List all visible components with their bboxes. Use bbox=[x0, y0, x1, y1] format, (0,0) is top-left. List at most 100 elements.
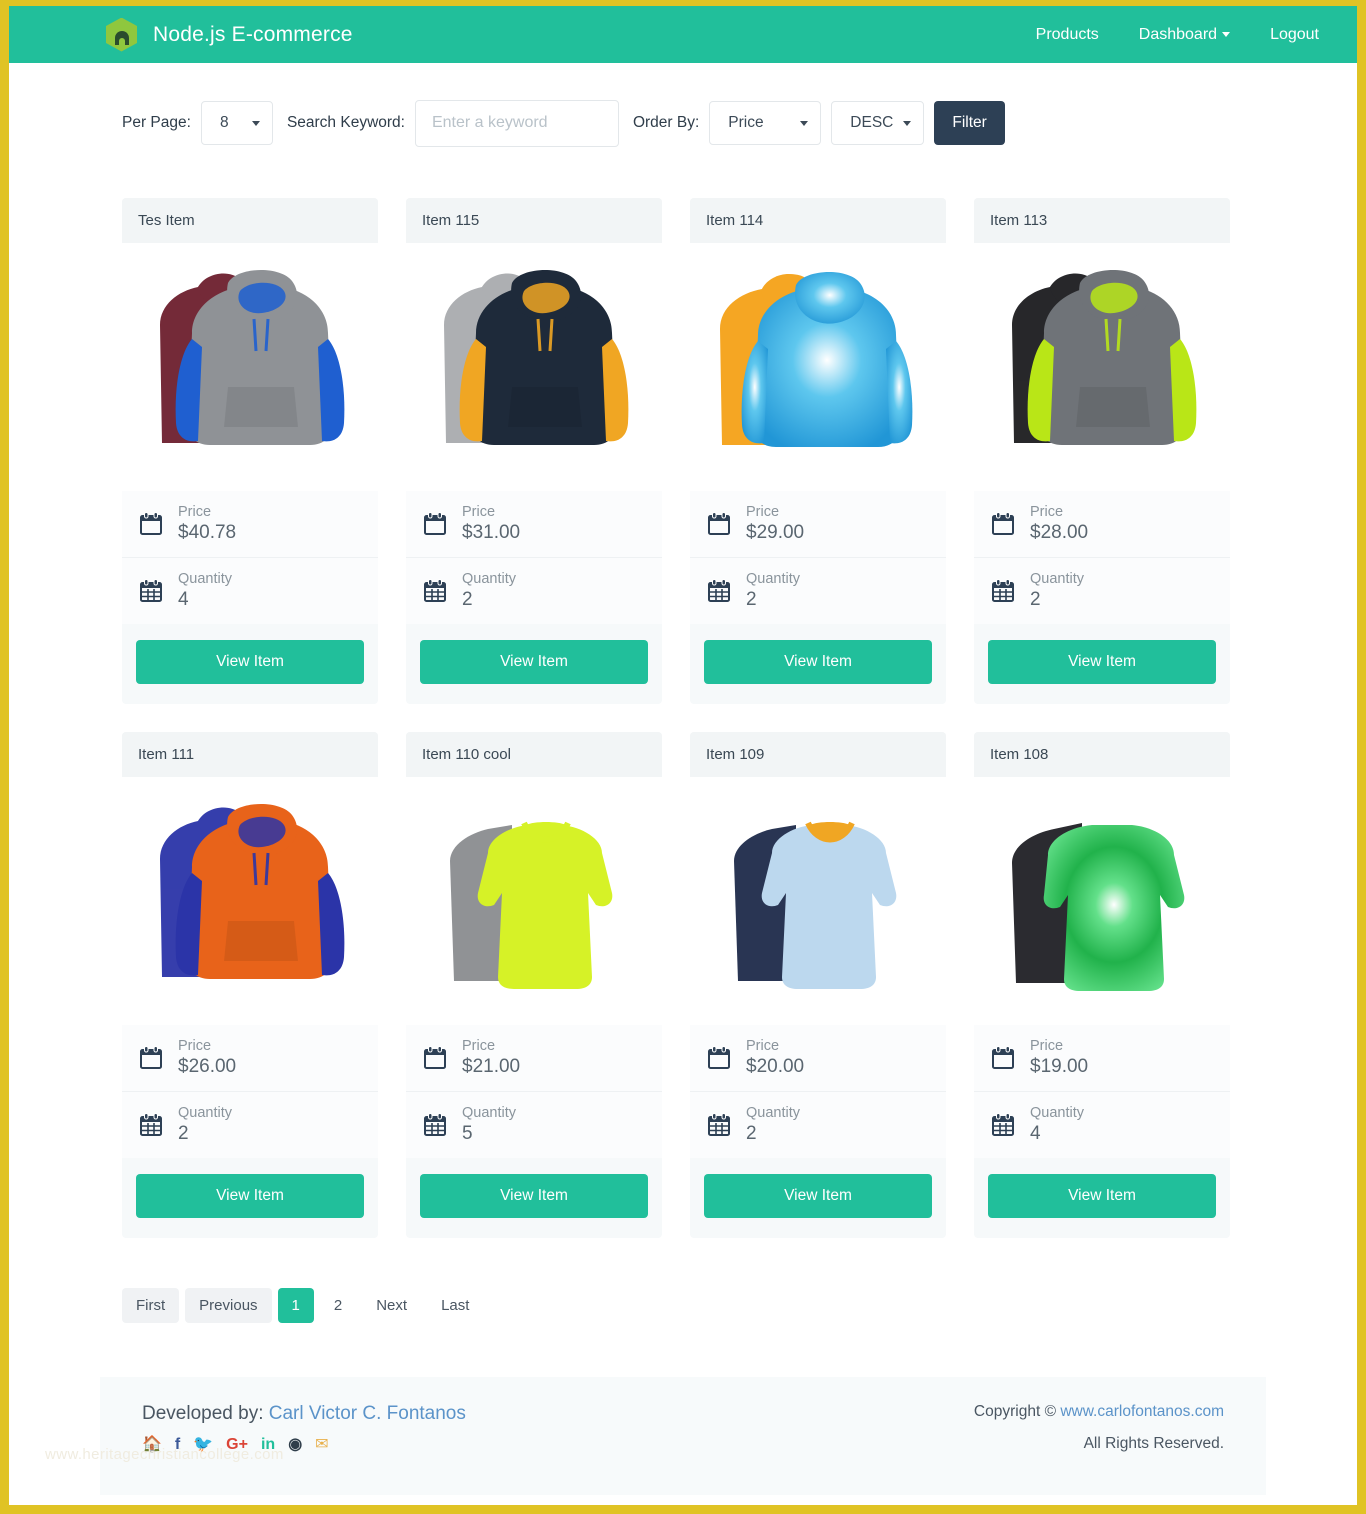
product-price-row: Price $21.00 bbox=[406, 1024, 662, 1092]
product-card: Item 108 Price $19.00 Quantity 4 View It… bbox=[974, 731, 1230, 1238]
price-label: Price bbox=[178, 1037, 212, 1054]
product-title: Item 108 bbox=[974, 731, 1230, 777]
search-input[interactable] bbox=[414, 99, 619, 147]
product-card: Item 115 Price $31.00 Quantity 2 View It… bbox=[406, 198, 662, 704]
quantity-value: 4 bbox=[178, 589, 189, 610]
quantity-value: 2 bbox=[746, 589, 757, 610]
price-value: $20.00 bbox=[746, 1055, 805, 1077]
product-row: Tes Item Price $40.78 Quantity 4 View It… bbox=[122, 198, 1244, 704]
product-image bbox=[122, 776, 378, 1025]
product-price-row: Price $31.00 bbox=[406, 491, 662, 558]
quantity-label: Quantity bbox=[462, 570, 516, 587]
quantity-label: Quantity bbox=[178, 570, 232, 587]
product-title: Item 114 bbox=[690, 198, 946, 243]
pagination-previous[interactable]: Previous bbox=[185, 1287, 272, 1323]
product-image bbox=[406, 243, 662, 491]
nav-link-dashboard[interactable]: Dashboard bbox=[1119, 16, 1250, 54]
order-by-value: Price bbox=[728, 114, 764, 131]
calendar-grid-icon bbox=[990, 1112, 1016, 1138]
price-label: Price bbox=[746, 504, 780, 520]
pagination-page-2[interactable]: 2 bbox=[320, 1288, 356, 1323]
per-page-value: 8 bbox=[219, 114, 229, 131]
product-image-svg bbox=[450, 821, 613, 989]
developer-link[interactable]: Carl Victor C. Fontanos bbox=[269, 1403, 466, 1424]
view-item-button[interactable]: View Item bbox=[136, 1173, 364, 1218]
calendar-icon bbox=[138, 1045, 164, 1071]
quantity-value: 2 bbox=[178, 1122, 189, 1144]
product-quantity-row: Quantity 2 bbox=[122, 1091, 378, 1158]
product-title: Item 110 cool bbox=[406, 731, 662, 777]
calendar-grid-icon bbox=[422, 1112, 448, 1138]
product-quantity-row: Quantity 2 bbox=[690, 1091, 946, 1158]
view-item-button[interactable]: View Item bbox=[420, 639, 648, 684]
quantity-label: Quantity bbox=[746, 570, 800, 587]
chevron-down-icon bbox=[800, 121, 809, 126]
calendar-grid-icon bbox=[706, 1112, 732, 1138]
order-by-select[interactable]: Price bbox=[709, 101, 822, 145]
nodejs-hexagon-icon bbox=[106, 17, 137, 52]
product-row: Item 111 Price $26.00 Quantity 2 View It… bbox=[122, 731, 1244, 1238]
per-page-select[interactable]: 8 bbox=[200, 101, 273, 145]
quantity-label: Quantity bbox=[178, 1104, 232, 1121]
price-label: Price bbox=[746, 1037, 780, 1054]
per-page-label: Per Page: bbox=[122, 114, 191, 131]
developed-by-prefix: Developed by: bbox=[142, 1402, 264, 1424]
quantity-label: Quantity bbox=[1030, 1104, 1084, 1121]
order-direction-value: DESC bbox=[850, 114, 894, 131]
page-frame: Node.js E-commerce Products Dashboard Lo… bbox=[0, 0, 1366, 1514]
view-item-button[interactable]: View Item bbox=[136, 639, 364, 684]
nav-link-products[interactable]: Products bbox=[1016, 16, 1119, 54]
product-quantity-row: Quantity 2 bbox=[690, 557, 946, 624]
view-item-button[interactable]: View Item bbox=[988, 639, 1216, 684]
product-quantity-row: Quantity 5 bbox=[406, 1091, 662, 1158]
filter-button[interactable]: Filter bbox=[934, 101, 1005, 145]
product-image-svg bbox=[444, 269, 629, 445]
product-price-row: Price $26.00 bbox=[122, 1024, 378, 1092]
social-links: 🏠 f 🐦 G+ in ◉ ✉ bbox=[142, 1436, 466, 1453]
calendar-icon bbox=[706, 1045, 732, 1071]
product-image bbox=[974, 776, 1230, 1025]
pagination-first[interactable]: First bbox=[122, 1287, 180, 1323]
order-direction-select[interactable]: DESC bbox=[831, 101, 925, 145]
home-icon[interactable]: 🏠 bbox=[142, 1436, 162, 1453]
github-icon[interactable]: ◉ bbox=[288, 1436, 302, 1453]
product-image bbox=[974, 243, 1230, 491]
product-title: Item 111 bbox=[122, 731, 378, 777]
product-image bbox=[406, 776, 662, 1025]
product-card: Item 113 Price $28.00 Quantity 2 View It… bbox=[974, 198, 1230, 704]
product-image-svg bbox=[720, 271, 913, 447]
footer-right: Copyright © www.carlofontanos.com All Ri… bbox=[974, 1403, 1224, 1467]
facebook-icon[interactable]: f bbox=[175, 1436, 180, 1453]
brand[interactable]: Node.js E-commerce bbox=[106, 17, 353, 52]
product-image-svg bbox=[1012, 269, 1197, 445]
view-item-button[interactable]: View Item bbox=[704, 1173, 932, 1218]
view-item-button[interactable]: View Item bbox=[704, 639, 932, 684]
envelope-icon[interactable]: ✉ bbox=[315, 1436, 328, 1453]
pagination-page-1[interactable]: 1 bbox=[277, 1287, 314, 1323]
product-image-svg bbox=[1012, 822, 1185, 991]
copyright-prefix: Copyright © bbox=[973, 1402, 1056, 1420]
calendar-grid-icon bbox=[706, 578, 732, 604]
product-image-svg bbox=[160, 269, 345, 445]
view-item-button[interactable]: View Item bbox=[988, 1173, 1216, 1218]
nav-link-logout[interactable]: Logout bbox=[1250, 16, 1339, 54]
quantity-label: Quantity bbox=[1030, 570, 1084, 587]
twitter-icon[interactable]: 🐦 bbox=[193, 1436, 213, 1453]
product-card: Item 114 Price $29.00 Quantity 2 View It… bbox=[690, 198, 946, 704]
pagination-last[interactable]: Last bbox=[427, 1288, 483, 1323]
filter-bar: Per Page: 8 Search Keyword: Order By: Pr… bbox=[9, 63, 1357, 153]
product-quantity-row: Quantity 2 bbox=[974, 557, 1230, 624]
product-price-row: Price $20.00 bbox=[690, 1024, 946, 1092]
copyright-site-link[interactable]: www.carlofontanos.com bbox=[1060, 1403, 1224, 1420]
product-image bbox=[690, 776, 946, 1025]
linkedin-icon[interactable]: in bbox=[261, 1436, 275, 1453]
chevron-down-icon bbox=[1222, 31, 1231, 37]
product-card: Item 109 Price $20.00 Quantity 2 View It… bbox=[690, 731, 946, 1238]
pagination-next[interactable]: Next bbox=[362, 1288, 421, 1323]
google-plus-icon[interactable]: G+ bbox=[226, 1436, 248, 1453]
view-item-button[interactable]: View Item bbox=[420, 1173, 648, 1218]
price-value: $28.00 bbox=[1030, 522, 1089, 544]
product-card: Item 110 cool Price $21.00 Quantity 5 Vi… bbox=[406, 731, 662, 1238]
order-by-label: Order By: bbox=[632, 114, 700, 131]
calendar-grid-icon bbox=[990, 578, 1016, 604]
